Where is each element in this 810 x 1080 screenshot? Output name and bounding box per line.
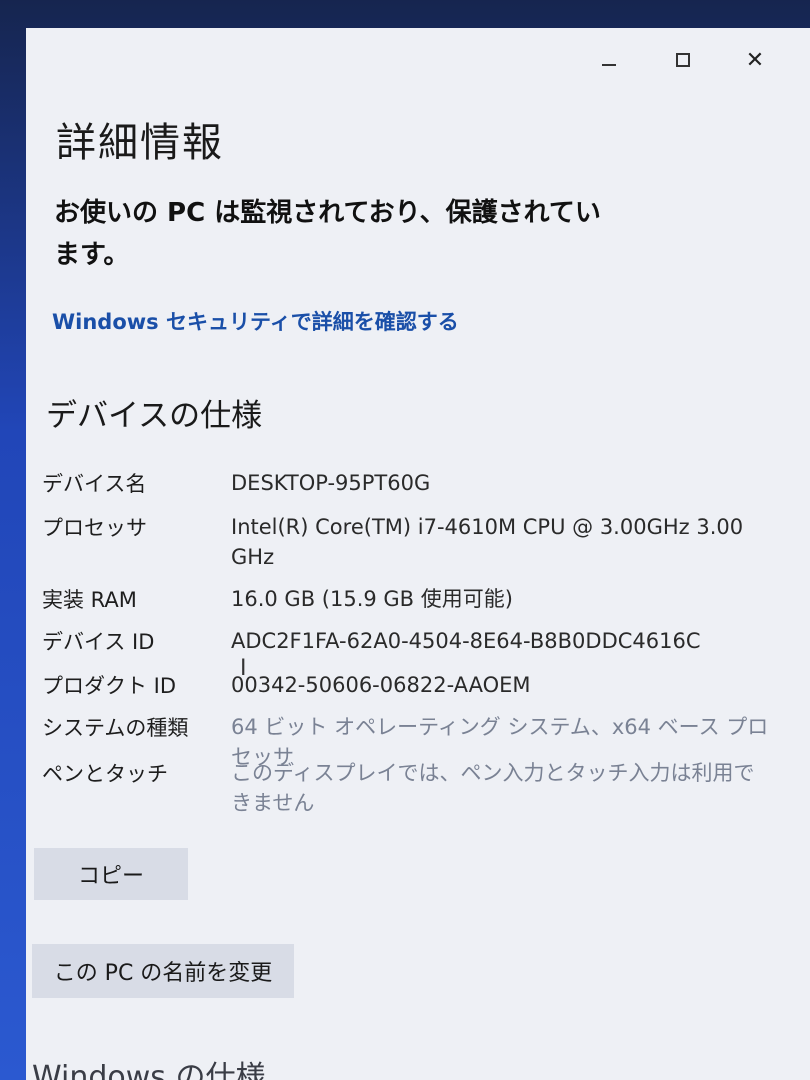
spec-value: DESKTOP-95PT60G: [231, 471, 431, 495]
spec-label: プロセッサ: [42, 516, 147, 540]
spec-value: ADC2F1FA-62A0-4504-8E64-B8B0DDC4616C: [231, 629, 701, 653]
copy-button[interactable]: コピー: [34, 848, 188, 900]
spec-label: デバイス ID: [42, 630, 155, 654]
spec-value: 16.0 GB (15.9 GB 使用可能): [231, 587, 513, 611]
spec-label: 実装 RAM: [42, 588, 137, 612]
device-specs-heading: デバイスの仕様: [46, 398, 263, 434]
spec-label: デバイス名: [42, 472, 147, 496]
rename-pc-button[interactable]: この PC の名前を変更: [32, 944, 294, 998]
protection-status-message: お使いの PC は監視されており、保護されています。: [54, 198, 601, 270]
maximize-button[interactable]: [660, 42, 706, 78]
spec-label: プロダクト ID: [42, 674, 177, 698]
spec-value: Intel(R) Core(TM) i7-4610M CPU @ 3.00GHz…: [231, 515, 744, 569]
windows-specs-heading: Windows の仕様: [32, 1060, 266, 1080]
windows-security-link[interactable]: Windows セキュリティで詳細を確認する: [52, 306, 459, 336]
settings-window: ✕ 詳細情報 お使いの PC は監視されており、保護されています。 Window…: [26, 28, 810, 1080]
close-button[interactable]: ✕: [732, 42, 778, 78]
spec-label: ペンとタッチ: [42, 762, 168, 786]
page-title: 詳細情報: [56, 120, 224, 166]
close-icon: ✕: [745, 47, 765, 73]
spec-value: このディスプレイでは、ペン入力とタッチ入力は利用できません: [231, 761, 755, 815]
minimize-icon: [602, 64, 616, 66]
text-cursor-icon: I: [240, 656, 247, 681]
minimize-button[interactable]: [586, 42, 632, 78]
spec-value: 00342-50606-06822-AAOEM: [231, 673, 531, 697]
title-bar: ✕: [26, 28, 810, 88]
spec-label: システムの種類: [42, 716, 189, 740]
maximize-icon: [676, 53, 690, 67]
